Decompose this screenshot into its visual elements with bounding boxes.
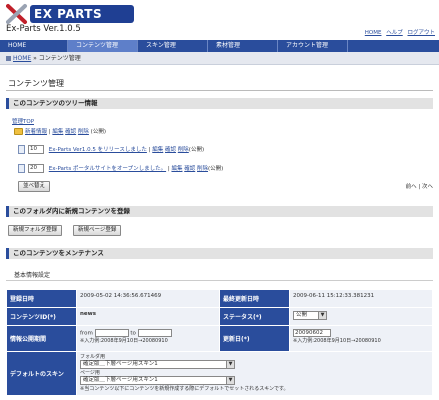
skin-page-select[interactable]: 確定版＿下層ページ用スキン1 ▼ bbox=[80, 376, 235, 385]
upd-date-value: 2009-06-11 15:12:33.381231 bbox=[289, 289, 433, 308]
period-note: ※入力例:2008年9月10日→20080910 bbox=[80, 338, 168, 344]
app-header: EX PARTS Ex-Parts Ver.1.0.5 HOME ヘルプ ログア… bbox=[0, 0, 439, 40]
top-links: HOME ヘルプ ログアウト bbox=[362, 28, 435, 36]
tree-item-title[interactable]: Ex-Parts Ver1.0.5 をリリースしました bbox=[49, 147, 147, 153]
tree-item-status: (公開) bbox=[208, 166, 224, 172]
title-divider bbox=[6, 90, 433, 91]
upd-cell: 20090602 ※入力例:2008年9月10日→20080910 bbox=[289, 325, 433, 352]
breadcrumb: HOME » コンテンツ管理 bbox=[0, 52, 439, 65]
admin-top-link[interactable]: 管理TOP bbox=[12, 117, 34, 125]
skin-folder-select[interactable]: 確定版＿下層ページ用スキン1 ▼ bbox=[80, 360, 235, 369]
status-select-value: 公開 bbox=[296, 312, 308, 318]
tree-item-delete[interactable]: 削除 bbox=[178, 147, 189, 153]
pager-prev[interactable]: 前へ bbox=[406, 184, 417, 190]
folder-link[interactable]: 新着情報 bbox=[25, 129, 47, 135]
nav-materials[interactable]: 素材管理 bbox=[208, 40, 278, 52]
tree-item-row: 10 Ex-Parts Ver1.0.5 をリリースしました | 編集 確認 削… bbox=[18, 145, 204, 154]
folder-confirm-link[interactable]: 確認 bbox=[65, 129, 76, 135]
nav-contents[interactable]: コンテンツ管理 bbox=[68, 40, 138, 52]
pager-separator: | bbox=[418, 184, 421, 190]
folder-icon bbox=[14, 128, 23, 135]
tree-section-heading: このコンテンツのツリー情報 bbox=[6, 98, 433, 109]
tree-item-confirm[interactable]: 確認 bbox=[184, 166, 195, 172]
new-folder-button[interactable]: 新規フォルダ登録 bbox=[8, 225, 63, 236]
nav-accounts[interactable]: アカウント管理 bbox=[278, 40, 348, 52]
upd-label: 更新日(*) bbox=[219, 325, 290, 352]
chevron-down-icon: ▼ bbox=[226, 377, 234, 384]
folder-delete-link[interactable]: 削除 bbox=[78, 129, 89, 135]
period-from-input[interactable] bbox=[94, 329, 129, 337]
upd-note: ※入力例:2008年9月10日→20080910 bbox=[293, 338, 381, 344]
logo-x-icon bbox=[6, 4, 27, 24]
skin-folder-value: 確定版＿下層ページ用スキン1 bbox=[83, 361, 158, 367]
nav-skins[interactable]: スキン管理 bbox=[138, 40, 208, 52]
content-id-value: news bbox=[76, 307, 220, 326]
skin-label: デフォルトのスキン bbox=[6, 351, 77, 396]
skin-note: ※当コンテンツ以下にコンテンツを新規作成する際にデフォルトでセットされるスキンで… bbox=[80, 386, 289, 392]
register-section-heading: このフォルダ内に新規コンテンツを登録 bbox=[6, 206, 433, 217]
tree-folder-row: 新着情報 | 編集 確認 削除 (公開) bbox=[14, 127, 106, 135]
tree-item-status: (公開) bbox=[188, 147, 205, 153]
top-link-help[interactable]: ヘルプ bbox=[386, 30, 403, 36]
period-from-label: from bbox=[80, 330, 93, 337]
logo-wordmark: EX PARTS bbox=[30, 5, 134, 23]
breadcrumb-current: コンテンツ管理 bbox=[38, 55, 81, 62]
status-select[interactable]: 公開 ▼ bbox=[293, 311, 327, 320]
maintain-section-heading: このコンテンツをメンテナンス bbox=[6, 248, 433, 259]
pager: 前へ | 次へ bbox=[406, 182, 433, 190]
status-label: ステータス(*) bbox=[219, 307, 290, 326]
period-to-label: to bbox=[130, 330, 136, 337]
top-link-home[interactable]: HOME bbox=[365, 30, 382, 36]
chevron-down-icon: ▼ bbox=[318, 312, 326, 319]
table-row: デフォルトのスキン フォルダ用 確定版＿下層ページ用スキン1 ▼ ページ用 確定版… bbox=[6, 351, 433, 396]
tree-item-edit[interactable]: 編集 bbox=[152, 147, 163, 153]
upd-date-label: 最終更新日時 bbox=[219, 289, 290, 308]
new-page-button[interactable]: 新規ページ登録 bbox=[73, 225, 122, 236]
skin-page-caption: ページ用 bbox=[80, 370, 100, 376]
order-input[interactable]: 10 bbox=[28, 145, 44, 154]
chevron-down-icon: ▼ bbox=[226, 361, 234, 368]
tree-item-title[interactable]: Ex-Parts ポータルサイトをオープンしました。 bbox=[49, 166, 166, 172]
tree-item-delete[interactable]: 削除 bbox=[197, 166, 208, 172]
nav-filler bbox=[348, 40, 439, 52]
document-icon bbox=[18, 145, 25, 154]
tree-item-edit[interactable]: 編集 bbox=[171, 166, 182, 172]
table-row: 情報公開期間 from to ※入力例:2008年9月10日→20080910 … bbox=[6, 325, 433, 352]
folder-edit-link[interactable]: 編集 bbox=[52, 129, 63, 135]
sort-button[interactable]: 並べ替え bbox=[18, 181, 51, 192]
pager-next[interactable]: 次へ bbox=[422, 184, 433, 190]
order-input[interactable]: 20 bbox=[28, 164, 44, 173]
period-cell: from to ※入力例:2008年9月10日→20080910 bbox=[76, 325, 220, 352]
status-cell: 公開 ▼ bbox=[289, 307, 433, 326]
subheading-divider bbox=[6, 280, 433, 281]
tree-item-row: 20 Ex-Parts ポータルサイトをオープンしました。 | 編集 確認 削除… bbox=[18, 164, 223, 173]
breadcrumb-home[interactable]: HOME bbox=[13, 55, 31, 62]
basic-info-heading: 基本情報設定 bbox=[14, 272, 51, 279]
skin-cell: フォルダ用 確定版＿下層ページ用スキン1 ▼ ページ用 確定版＿下層ページ用スキン… bbox=[76, 351, 433, 396]
folder-status: (公開) bbox=[90, 129, 106, 135]
document-icon bbox=[18, 164, 25, 173]
reg-date-label: 登録日時 bbox=[6, 289, 77, 308]
breadcrumb-bullet-icon bbox=[6, 56, 11, 61]
period-to-input[interactable] bbox=[137, 329, 172, 337]
basic-info-table: 登録日時 2009-05-02 14:36:56.671469 最終更新日時 2… bbox=[6, 289, 433, 396]
content-id-label: コンテンツID(*) bbox=[6, 307, 77, 326]
reg-date-value: 2009-05-02 14:36:56.671469 bbox=[76, 289, 220, 308]
main-nav: HOME コンテンツ管理 スキン管理 素材管理 アカウント管理 bbox=[0, 40, 439, 52]
tree-item-confirm[interactable]: 確認 bbox=[165, 147, 176, 153]
app-version: Ex-Parts Ver.1.0.5 bbox=[6, 24, 81, 34]
table-row: 登録日時 2009-05-02 14:36:56.671469 最終更新日時 2… bbox=[6, 289, 433, 308]
upd-input[interactable]: 20090602 bbox=[293, 329, 331, 337]
skin-folder-caption: フォルダ用 bbox=[80, 354, 106, 360]
nav-home[interactable]: HOME bbox=[0, 40, 68, 52]
skin-page-value: 確定版＿下層ページ用スキン1 bbox=[83, 377, 158, 383]
period-label: 情報公開期間 bbox=[6, 325, 77, 352]
top-link-logout[interactable]: ログアウト bbox=[407, 30, 435, 36]
table-row: コンテンツID(*) news ステータス(*) 公開 ▼ bbox=[6, 307, 433, 326]
page-title: コンテンツ管理 bbox=[8, 79, 64, 88]
logo[interactable]: EX PARTS bbox=[4, 3, 136, 25]
